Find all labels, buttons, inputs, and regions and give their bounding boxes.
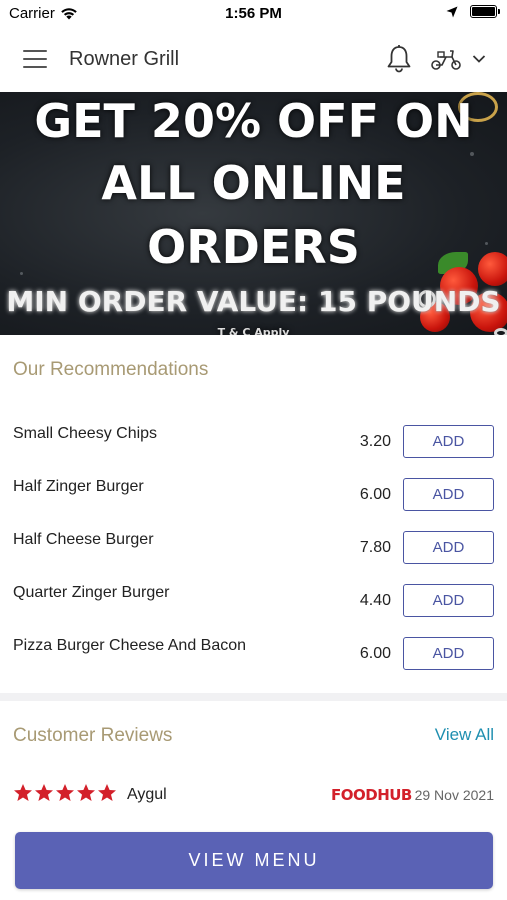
star-icon	[77, 784, 95, 801]
section-divider	[0, 693, 507, 701]
location-arrow-icon	[446, 6, 458, 17]
chevron-down-icon[interactable]	[472, 54, 486, 64]
add-button[interactable]: ADD	[403, 584, 494, 617]
status-right	[446, 5, 500, 18]
foodhub-logo: FOODHUB	[331, 786, 412, 804]
star-icon	[56, 784, 74, 801]
item-name: Pizza Burger Cheese And Bacon	[13, 637, 247, 654]
reviewer-name: Aygul	[127, 786, 167, 803]
item-price: 4.40	[359, 592, 391, 609]
promo-banner[interactable]: GET 20% OFF ON ALL ONLINE ORDERS MIN ORD…	[0, 92, 507, 335]
recommendations-title: Our Recommendations	[13, 359, 209, 380]
bell-icon[interactable]	[385, 44, 413, 74]
recommendation-item: Small Cheesy Chips 3.20 ADD	[0, 425, 507, 478]
item-name: Half Cheese Burger	[13, 531, 154, 548]
recommendations-section: Our Recommendations Small Cheesy Chips 3…	[0, 335, 507, 693]
recommendation-item: Half Cheese Burger 7.80 ADD	[0, 531, 507, 584]
status-time: 1:56 PM	[225, 5, 282, 22]
app-header: Rowner Grill	[0, 28, 507, 92]
item-name: Quarter Zinger Burger	[13, 584, 170, 601]
banner-terms: T & C Apply	[217, 326, 290, 335]
view-menu-button[interactable]: VIEW MENU	[15, 832, 493, 889]
battery-icon	[470, 5, 500, 18]
star-icon	[35, 784, 53, 801]
restaurant-title: Rowner Grill	[69, 48, 180, 70]
banner-headline-line1: GET 20% OFF ON	[34, 94, 473, 148]
view-all-link[interactable]: View All	[435, 725, 494, 745]
item-name: Half Zinger Burger	[13, 478, 144, 495]
add-button[interactable]: ADD	[403, 425, 494, 458]
add-button[interactable]: ADD	[403, 478, 494, 511]
menu-icon[interactable]	[23, 50, 47, 68]
banner-headline-line3: ORDERS	[147, 220, 360, 274]
add-button[interactable]: ADD	[403, 531, 494, 564]
status-bar: Carrier 1:56 PM	[0, 0, 507, 28]
review-date: 29 Nov 2021	[414, 787, 494, 803]
banner-min-order: MIN ORDER VALUE: 15 POUNDS	[6, 285, 501, 318]
reviews-title: Customer Reviews	[13, 725, 173, 746]
recommendation-item: Quarter Zinger Burger 4.40 ADD	[0, 584, 507, 637]
item-price: 3.20	[359, 433, 391, 450]
star-icon	[98, 784, 116, 801]
star-rating	[13, 783, 117, 803]
star-icon	[14, 784, 32, 801]
add-button[interactable]: ADD	[403, 637, 494, 670]
scooter-icon[interactable]	[430, 47, 462, 71]
item-price: 6.00	[359, 645, 391, 662]
item-price: 7.80	[359, 539, 391, 556]
banner-headline-line2: ALL ONLINE	[101, 156, 406, 210]
item-name: Small Cheesy Chips	[13, 425, 158, 442]
recommendation-item: Half Zinger Burger 6.00 ADD	[0, 478, 507, 531]
item-price: 6.00	[359, 486, 391, 503]
recommendation-item: Pizza Burger Cheese And Bacon 6.00 ADD	[0, 637, 507, 690]
